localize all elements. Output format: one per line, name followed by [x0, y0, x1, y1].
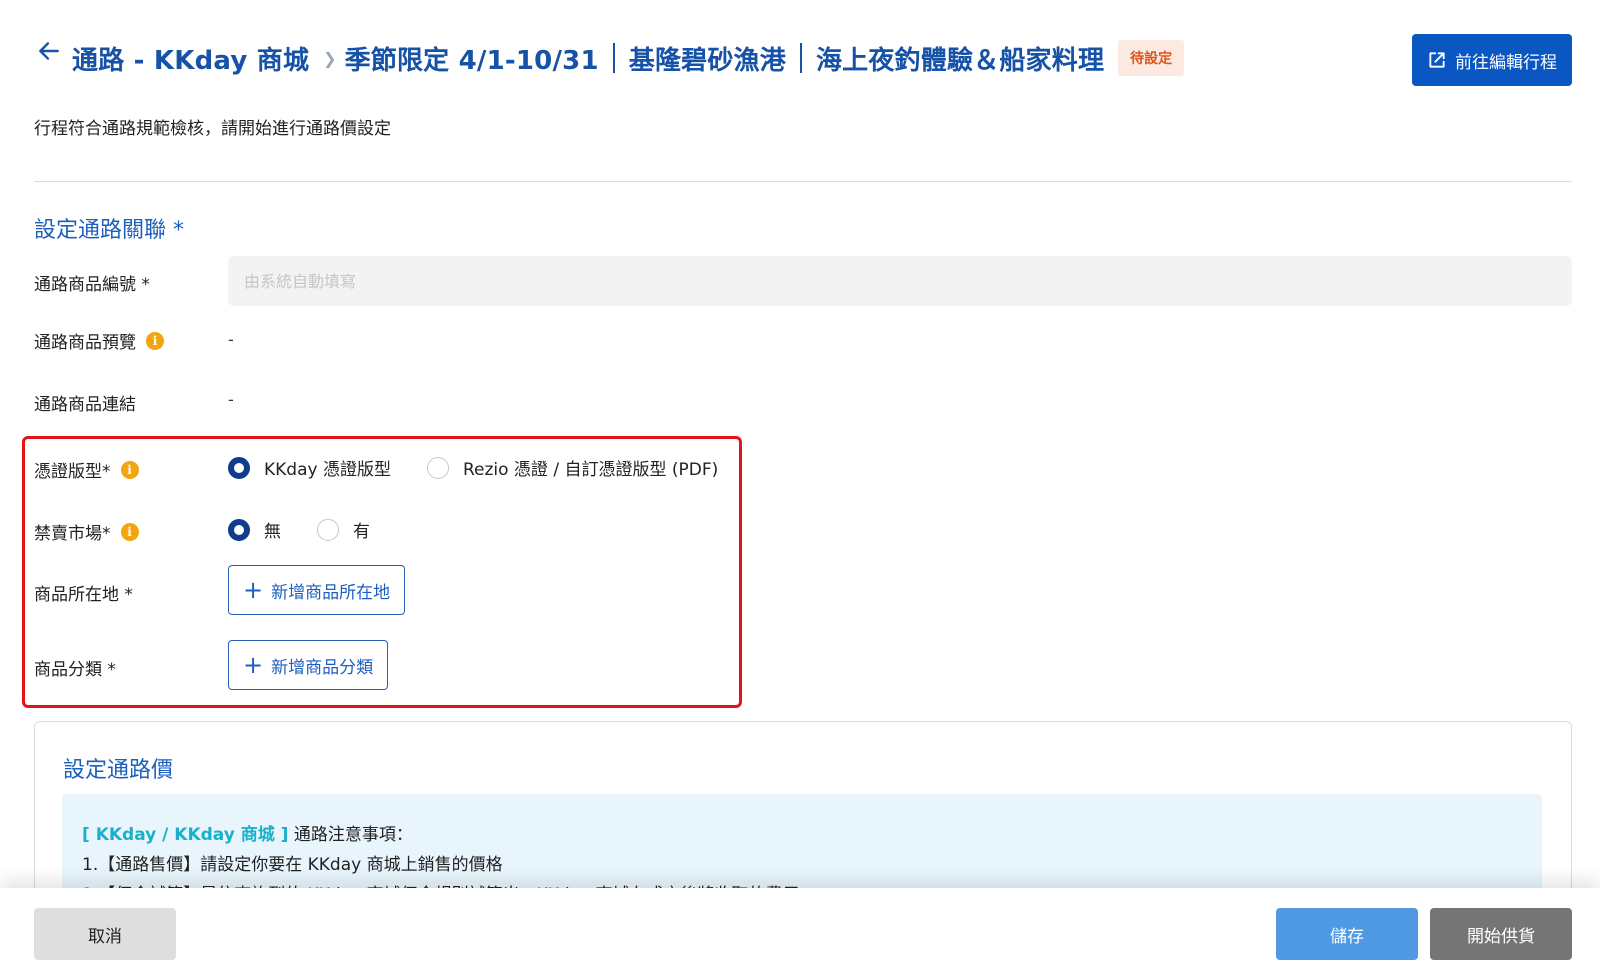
banned-market-option-none[interactable]: 無 — [228, 517, 281, 542]
banned-market-option-label: 有 — [353, 522, 370, 542]
cancel-button[interactable]: 取消 — [34, 908, 176, 960]
voucher-type-label-text: 憑證版型* — [34, 462, 111, 482]
product-category-label-text: 商品分類 * — [34, 660, 116, 680]
add-product-location-button[interactable]: + 新增商品所在地 — [228, 565, 406, 615]
banned-market-label: 禁賣市場* i — [34, 519, 139, 544]
save-button[interactable]: 儲存 — [1276, 908, 1418, 960]
edit-itinerary-button[interactable]: 前往編輯行程 — [1412, 34, 1572, 86]
chevron-right-icon: ❯ — [323, 48, 337, 68]
plus-icon: + — [243, 576, 264, 604]
title-divider — [799, 43, 802, 73]
banned-market-option-yes[interactable]: 有 — [317, 517, 370, 542]
voucher-type-option-label: KKday 憑證版型 — [264, 460, 391, 480]
product-id-label: 通路商品編號 * — [34, 270, 150, 295]
add-product-location-label: 新增商品所在地 — [271, 582, 391, 603]
product-id-input[interactable] — [228, 256, 1572, 306]
back-arrow-icon[interactable] — [36, 38, 62, 64]
notice-heading-line: [ KKday / KKday 商城 ] 通路注意事項： — [82, 820, 1522, 850]
product-preview-label: 通路商品預覽 i — [34, 328, 164, 353]
divider — [34, 181, 1572, 182]
banned-market-option-label: 無 — [264, 522, 281, 542]
channel-price-title: 設定通路價 — [63, 758, 174, 783]
banned-market-radio-group: 無 有 — [228, 517, 406, 542]
title-divider — [612, 43, 615, 73]
radio-unselected-icon[interactable] — [317, 518, 339, 541]
radio-selected-icon[interactable] — [228, 456, 250, 479]
add-product-category-button[interactable]: + 新增商品分類 — [228, 640, 389, 690]
plus-icon: + — [243, 651, 264, 679]
title-season: 季節限定 4/1-10/31 — [344, 45, 599, 76]
breadcrumb: 通路 - KKday 商城 ❯ 季節限定 4/1-10/31 基隆碧砂漁港 海上… — [72, 38, 1185, 78]
product-link-label-text: 通路商品連結 — [34, 395, 136, 415]
product-link-value: - — [228, 390, 234, 409]
footer-action-bar: 取消 儲存 開始供貨 — [0, 888, 1600, 980]
add-product-category-label: 新增商品分類 — [271, 657, 374, 678]
product-location-label: 商品所在地 * — [34, 580, 133, 605]
product-preview-value: - — [228, 330, 234, 349]
product-id-label-text: 通路商品編號 * — [34, 275, 150, 295]
page-header: 通路 - KKday 商城 ❯ 季節限定 4/1-10/31 基隆碧砂漁港 海上… — [0, 0, 1600, 110]
voucher-type-option-custom[interactable]: Rezio 憑證 / 自訂憑證版型 (PDF) — [426, 455, 719, 480]
product-category-label: 商品分類 * — [34, 655, 116, 680]
start-supply-button[interactable]: 開始供貨 — [1430, 908, 1572, 960]
external-link-icon — [1429, 52, 1445, 68]
notice-brand: [ KKday / KKday 商城 ] — [82, 825, 289, 845]
product-link-label: 通路商品連結 — [34, 390, 136, 415]
title-location: 基隆碧砂漁港 — [628, 45, 786, 76]
edit-itinerary-label: 前往編輯行程 — [1455, 52, 1557, 73]
page-subtitle: 行程符合通路規範檢核，請開始進行通路價設定 — [34, 119, 391, 139]
banned-market-label-text: 禁賣市場* — [34, 524, 111, 544]
voucher-type-label: 憑證版型* i — [34, 457, 139, 482]
notice-heading: 通路注意事項： — [293, 825, 413, 845]
voucher-type-option-label: Rezio 憑證 / 自訂憑證版型 (PDF) — [462, 460, 719, 480]
channel-section-title: 設定通路關聯 * — [34, 218, 184, 243]
radio-unselected-icon[interactable] — [426, 456, 449, 479]
info-icon[interactable]: i — [146, 331, 164, 350]
radio-selected-icon[interactable] — [228, 518, 250, 541]
info-icon[interactable]: i — [120, 460, 139, 479]
status-badge: 待設定 — [1118, 40, 1185, 76]
info-icon[interactable]: i — [120, 522, 139, 541]
voucher-type-radio-group: KKday 憑證版型 Rezio 憑證 / 自訂憑證版型 (PDF) — [228, 455, 754, 480]
title-product: 海上夜釣體驗＆船家料理 — [815, 45, 1105, 76]
voucher-type-option-kkday[interactable]: KKday 憑證版型 — [228, 455, 391, 480]
notice-item: 1.【通路售價】請設定你要在 KKday 商城上銷售的價格 — [82, 855, 503, 875]
product-preview-label-text: 通路商品預覽 — [34, 333, 136, 353]
breadcrumb-channel[interactable]: 通路 - KKday 商城 — [72, 40, 309, 77]
product-location-label-text: 商品所在地 * — [34, 585, 133, 605]
